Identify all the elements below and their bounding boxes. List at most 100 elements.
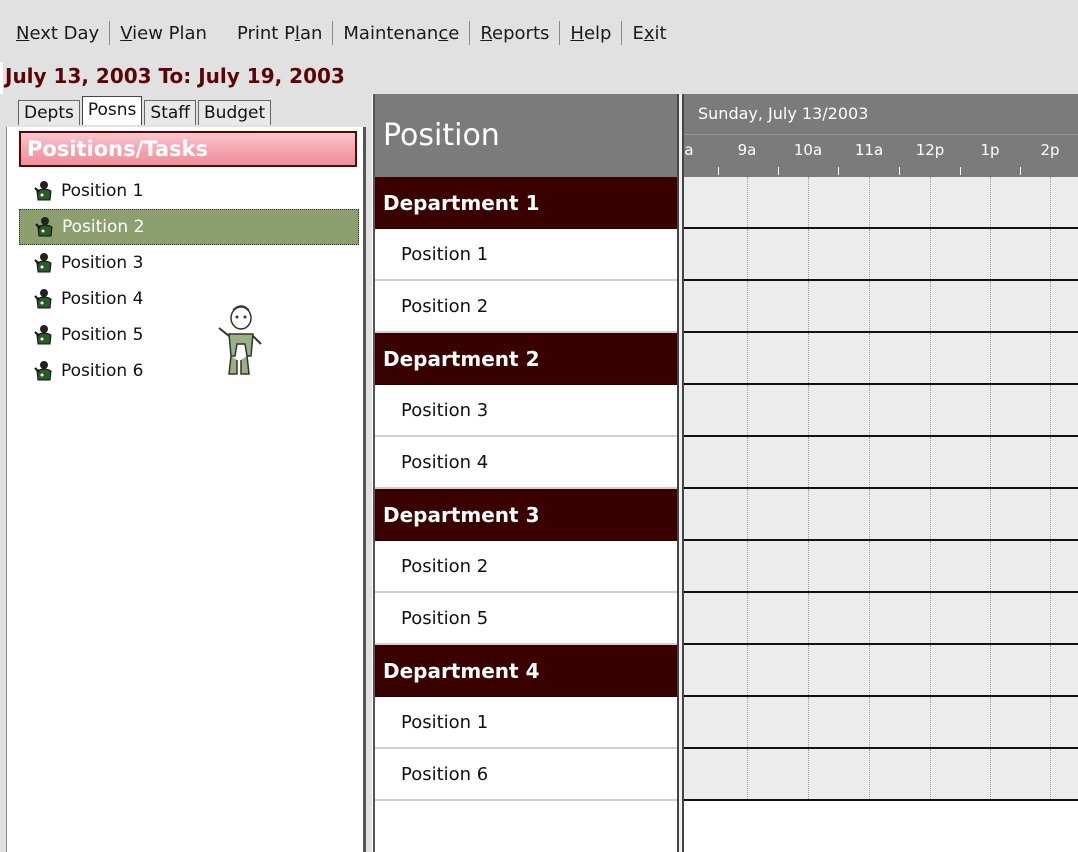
schedule-row[interactable] — [684, 489, 1078, 541]
hour-gridline — [808, 385, 809, 435]
position-list-label: Position 2 — [62, 217, 145, 237]
department-row[interactable]: Department 2 — [375, 333, 679, 385]
hour-gridline — [869, 177, 870, 227]
tab-budget[interactable]: Budget — [198, 100, 272, 125]
hour-gridline — [990, 437, 991, 487]
schedule-row[interactable] — [684, 385, 1078, 437]
schedule-row[interactable] — [684, 177, 1078, 229]
schedule-row[interactable] — [684, 333, 1078, 385]
schedule-row[interactable] — [684, 437, 1078, 489]
menu-separator — [559, 21, 561, 45]
position-list-item[interactable]: Position 1 — [19, 173, 359, 209]
hour-gridline — [1050, 437, 1051, 487]
position-row[interactable]: Position 2 — [375, 541, 679, 593]
hour-gridline — [808, 593, 809, 643]
hour-gridline — [747, 177, 748, 227]
menu-help[interactable]: Help — [564, 23, 617, 44]
position-row[interactable]: Position 3 — [375, 385, 679, 437]
hour-gridline — [747, 385, 748, 435]
hour-gridline — [930, 437, 931, 487]
position-list-item[interactable]: Position 6 — [19, 353, 359, 389]
schedule-row[interactable] — [684, 749, 1078, 801]
hour-gridline — [747, 749, 748, 799]
hour-gridline — [869, 593, 870, 643]
schedule-row[interactable] — [684, 229, 1078, 281]
hour-gridline — [808, 749, 809, 799]
hour-gridline — [990, 229, 991, 279]
hour-gridline — [1050, 489, 1051, 539]
time-label: 2p — [1040, 141, 1060, 159]
menu-next-day[interactable]: Next Day — [16, 23, 105, 44]
schedule-row[interactable] — [684, 645, 1078, 697]
hour-gridline — [990, 541, 991, 591]
position-row[interactable]: Position 4 — [375, 437, 679, 489]
department-row[interactable]: Department 4 — [375, 645, 679, 697]
hour-gridline — [930, 749, 931, 799]
position-list-item[interactable]: Position 5 — [19, 317, 359, 353]
time-label: 10a — [793, 141, 823, 159]
department-row[interactable]: Department 1 — [375, 177, 679, 229]
hour-gridline — [990, 489, 991, 539]
schedule-row[interactable] — [684, 593, 1078, 645]
hour-gridline — [930, 177, 931, 227]
hour-gridline — [990, 333, 991, 383]
worker-icon — [33, 360, 55, 382]
left-panel: Depts Posns Staff Budget Positions/Tasks… — [0, 94, 372, 852]
department-row[interactable]: Department 3 — [375, 489, 679, 541]
hour-gridline — [747, 333, 748, 383]
hour-gridline — [990, 385, 991, 435]
time-label: a — [684, 141, 694, 159]
tab-staff[interactable]: Staff — [144, 100, 197, 125]
hour-gridline — [747, 593, 748, 643]
menu-print-plan[interactable]: Print Plan — [231, 23, 328, 44]
position-row[interactable]: Position 2 — [375, 281, 679, 333]
main-menu: Next Day View Plan Print Plan Maintenanc… — [16, 19, 673, 47]
tab-depts[interactable]: Depts — [18, 100, 80, 125]
position-list-label: Position 6 — [61, 361, 144, 381]
hour-gridline — [808, 541, 809, 591]
position-list-label: Position 3 — [61, 253, 144, 273]
schedule-rows — [684, 177, 1078, 801]
hour-gridline — [869, 697, 870, 747]
schedule-row[interactable] — [684, 281, 1078, 333]
position-list-item[interactable]: Position 3 — [19, 245, 359, 281]
position-list-label: Position 4 — [61, 289, 144, 309]
hour-gridline — [1050, 593, 1051, 643]
hour-gridline — [1050, 385, 1051, 435]
hour-gridline — [747, 489, 748, 539]
menu-separator — [332, 21, 334, 45]
position-row[interactable]: Position 6 — [375, 749, 679, 801]
menu-reports[interactable]: Reports — [474, 23, 555, 44]
hour-gridline — [747, 281, 748, 331]
hour-gridline — [869, 645, 870, 695]
hour-gridline — [1050, 281, 1051, 331]
hour-gridline — [930, 645, 931, 695]
hour-gridline — [747, 645, 748, 695]
hour-gridline — [990, 177, 991, 227]
hour-gridline — [930, 385, 931, 435]
menu-maintenance[interactable]: Maintenance — [337, 23, 465, 44]
column-splitter[interactable] — [677, 94, 684, 852]
hour-gridline — [808, 229, 809, 279]
position-row[interactable]: Position 1 — [375, 229, 679, 281]
hour-gridline — [990, 281, 991, 331]
worker-icon — [33, 252, 55, 274]
panel-tabs: Depts Posns Staff Budget — [18, 96, 273, 125]
menu-view-plan[interactable]: View Plan — [114, 23, 213, 44]
schedule-row[interactable] — [684, 697, 1078, 749]
position-row[interactable]: Position 1 — [375, 697, 679, 749]
hour-gridline — [808, 177, 809, 227]
position-list-label: Position 1 — [61, 181, 144, 201]
position-list-item[interactable]: Position 2 — [19, 209, 359, 245]
tab-posns[interactable]: Posns — [81, 96, 143, 125]
menu-exit[interactable]: Exit — [626, 23, 672, 44]
position-row[interactable]: Position 5 — [375, 593, 679, 645]
hour-gridline — [930, 697, 931, 747]
hour-gridline — [747, 437, 748, 487]
positions-list: Position 1 Position 2 Position 3 Position 4… — [19, 173, 359, 389]
schedule-row[interactable] — [684, 541, 1078, 593]
hour-gridline — [1050, 177, 1051, 227]
hour-gridline — [747, 697, 748, 747]
position-list-item[interactable]: Position 4 — [19, 281, 359, 317]
hour-gridline — [1050, 541, 1051, 591]
